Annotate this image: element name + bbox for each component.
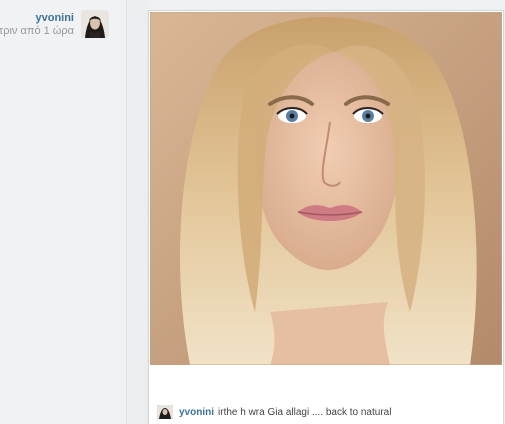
page: yvonini τριν από 1 ώρα yvonini irthe h w… [0,0,505,424]
author-avatar[interactable] [81,10,109,38]
author-meta: yvonini τριν από 1 ώρα [0,12,74,38]
author-column: yvonini τριν από 1 ώρα [0,0,127,424]
post-card: yvonini irthe h wra Gia allagi .... back… [148,10,504,424]
caption-username-link[interactable]: yvonini [179,407,214,418]
caption-row: yvonini irthe h wra Gia allagi .... back… [157,404,391,420]
caption-text: irthe h wra Gia allagi .... back to natu… [218,406,392,418]
author-username-link[interactable]: yvonini [0,12,74,25]
portrait-photo-icon [150,12,502,365]
gutter [127,0,149,424]
post-photo[interactable] [150,12,502,365]
caption-avatar[interactable] [157,405,173,419]
post-timestamp[interactable]: τριν από 1 ώρα [0,25,74,38]
mini-avatar-icon [157,405,173,419]
avatar-photo-icon [81,10,109,38]
